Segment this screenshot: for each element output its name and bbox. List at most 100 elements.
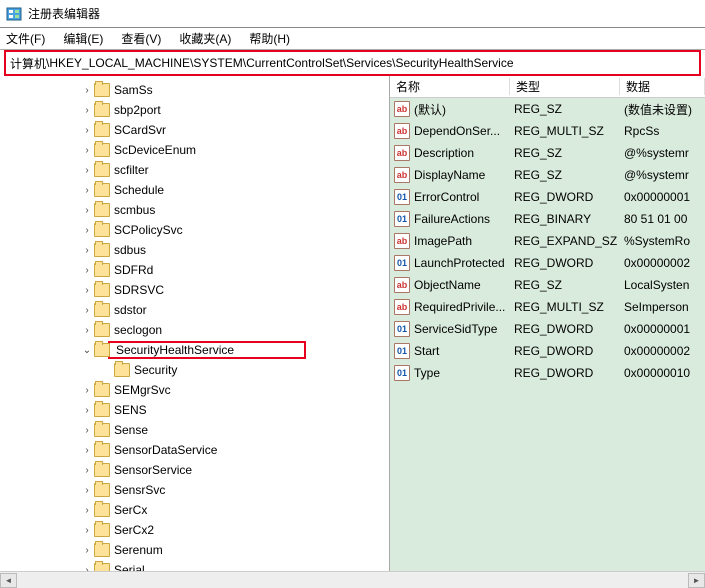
tree-item-Serial[interactable]: ›Serial: [0, 560, 389, 571]
tree-label: Serenum: [114, 543, 163, 557]
value-row[interactable]: 01ErrorControlREG_DWORD0x00000001: [390, 186, 705, 208]
col-header-name[interactable]: 名称: [390, 78, 510, 95]
tree-item-sbp2port[interactable]: ›sbp2port: [0, 100, 389, 120]
chevron-right-icon[interactable]: ›: [80, 465, 94, 476]
menu-edit[interactable]: 编辑(E): [63, 30, 103, 47]
tree-item-SerCx2[interactable]: ›SerCx2: [0, 520, 389, 540]
chevron-right-icon[interactable]: ›: [80, 225, 94, 236]
menu-file[interactable]: 文件(F): [6, 30, 45, 47]
chevron-right-icon[interactable]: ›: [80, 165, 94, 176]
chevron-right-icon[interactable]: ›: [80, 545, 94, 556]
string-value-icon: ab: [394, 123, 410, 139]
tree-item-SENS[interactable]: ›SENS: [0, 400, 389, 420]
value-type: REG_SZ: [514, 168, 624, 182]
tree-item-SCardSvr[interactable]: ›SCardSvr: [0, 120, 389, 140]
chevron-right-icon[interactable]: ›: [80, 385, 94, 396]
tree-item-SDRSVC[interactable]: ›SDRSVC: [0, 280, 389, 300]
chevron-right-icon[interactable]: ›: [80, 265, 94, 276]
chevron-right-icon[interactable]: ›: [80, 565, 94, 572]
chevron-right-icon[interactable]: ›: [80, 145, 94, 156]
value-row[interactable]: 01ServiceSidTypeREG_DWORD0x00000001: [390, 318, 705, 340]
tree-item-scmbus[interactable]: ›scmbus: [0, 200, 389, 220]
tree-item-SDFRd[interactable]: ›SDFRd: [0, 260, 389, 280]
tree-item-SensorDataService[interactable]: ›SensorDataService: [0, 440, 389, 460]
tree-item-Security[interactable]: Security: [0, 360, 389, 380]
tree-label: scfilter: [114, 163, 149, 177]
tree-item-SamSs[interactable]: ›SamSs: [0, 80, 389, 100]
chevron-right-icon[interactable]: ›: [80, 505, 94, 516]
value-name: ImagePath: [414, 234, 514, 248]
addressbar-highlight: 计算机\HKEY_LOCAL_MACHINE\SYSTEM\CurrentCon…: [4, 50, 701, 76]
value-row[interactable]: abRequiredPrivile...REG_MULTI_SZSeImpers…: [390, 296, 705, 318]
value-row[interactable]: abDependOnSer...REG_MULTI_SZRpcSs: [390, 120, 705, 142]
chevron-right-icon[interactable]: ›: [80, 85, 94, 96]
tree-item-Sense[interactable]: › Sense: [0, 420, 389, 440]
chevron-right-icon[interactable]: ›: [80, 285, 94, 296]
folder-icon: [94, 343, 110, 357]
chevron-down-icon[interactable]: ⌄: [80, 345, 94, 356]
scroll-left-icon[interactable]: ◄: [0, 573, 17, 588]
value-row[interactable]: 01LaunchProtectedREG_DWORD0x00000002: [390, 252, 705, 274]
tree-item-SEMgrSvc[interactable]: › SEMgrSvc: [0, 380, 389, 400]
tree-item-SerCx[interactable]: ›SerCx: [0, 500, 389, 520]
chevron-right-icon[interactable]: ›: [80, 445, 94, 456]
chevron-right-icon[interactable]: ›: [80, 305, 94, 316]
tree-label: SEMgrSvc: [114, 383, 171, 397]
tree-item-SCPolicySvc[interactable]: › SCPolicySvc: [0, 220, 389, 240]
tree-label: SCPolicySvc: [114, 223, 183, 237]
chevron-right-icon[interactable]: ›: [80, 405, 94, 416]
tree-item-Schedule[interactable]: ›Schedule: [0, 180, 389, 200]
chevron-right-icon[interactable]: ›: [80, 425, 94, 436]
chevron-right-icon[interactable]: ›: [80, 525, 94, 536]
tree-item-SensrSvc[interactable]: ›SensrSvc: [0, 480, 389, 500]
value-row[interactable]: ab(默认)REG_SZ(数值未设置): [390, 98, 705, 120]
scroll-track[interactable]: [17, 573, 688, 588]
binary-value-icon: 01: [394, 255, 410, 271]
tree-item-ScDeviceEnum[interactable]: ›ScDeviceEnum: [0, 140, 389, 160]
binary-value-icon: 01: [394, 211, 410, 227]
tree-item-scfilter[interactable]: › scfilter: [0, 160, 389, 180]
value-row[interactable]: abImagePathREG_EXPAND_SZ%SystemRo: [390, 230, 705, 252]
titlebar: 注册表编辑器: [0, 0, 705, 28]
tree-item-sdstor[interactable]: › sdstor: [0, 300, 389, 320]
chevron-right-icon[interactable]: ›: [80, 325, 94, 336]
menu-view[interactable]: 查看(V): [121, 30, 161, 47]
chevron-right-icon[interactable]: ›: [80, 105, 94, 116]
col-header-data[interactable]: 数据: [620, 78, 705, 95]
value-row[interactable]: abDescriptionREG_SZ@%systemr: [390, 142, 705, 164]
chevron-right-icon[interactable]: ›: [80, 125, 94, 136]
tree-item-SensorService[interactable]: ›SensorService: [0, 460, 389, 480]
folder-icon: [94, 423, 110, 437]
tree-item-sdbus[interactable]: ›sdbus: [0, 240, 389, 260]
chevron-right-icon[interactable]: ›: [80, 185, 94, 196]
value-row[interactable]: abObjectNameREG_SZLocalSysten: [390, 274, 705, 296]
value-type: REG_DWORD: [514, 344, 624, 358]
value-row[interactable]: 01FailureActionsREG_BINARY80 51 01 00: [390, 208, 705, 230]
values-pane[interactable]: 名称 类型 数据 ab(默认)REG_SZ(数值未设置)abDependOnSe…: [390, 76, 705, 571]
chevron-right-icon[interactable]: ›: [80, 205, 94, 216]
menu-help[interactable]: 帮助(H): [249, 30, 290, 47]
value-row[interactable]: 01StartREG_DWORD0x00000002: [390, 340, 705, 362]
scroll-right-icon[interactable]: ►: [688, 573, 705, 588]
tree-pane[interactable]: ›SamSs›sbp2port›SCardSvr›ScDeviceEnum›sc…: [0, 76, 390, 571]
menu-favorites[interactable]: 收藏夹(A): [179, 30, 231, 47]
tree-item-seclogon[interactable]: ›seclogon: [0, 320, 389, 340]
tree-item-Serenum[interactable]: › Serenum: [0, 540, 389, 560]
value-row[interactable]: 01TypeREG_DWORD0x00000010: [390, 362, 705, 384]
chevron-right-icon[interactable]: ›: [80, 245, 94, 256]
values-body: ab(默认)REG_SZ(数值未设置)abDependOnSer...REG_M…: [390, 98, 705, 571]
value-type: REG_MULTI_SZ: [514, 300, 624, 314]
regedit-icon: [6, 6, 22, 22]
value-name: (默认): [414, 101, 514, 118]
tree-label: sdstor: [114, 303, 147, 317]
tree-item-SecurityHealthService[interactable]: ⌄SecurityHealthService: [0, 340, 389, 360]
value-row[interactable]: abDisplayNameREG_SZ@%systemr: [390, 164, 705, 186]
tree-label: Sense: [114, 423, 148, 437]
horizontal-scrollbar[interactable]: ◄ ►: [0, 571, 705, 588]
folder-icon: [94, 483, 110, 497]
col-header-type[interactable]: 类型: [510, 78, 620, 95]
chevron-right-icon[interactable]: ›: [80, 485, 94, 496]
folder-icon: [94, 183, 110, 197]
addressbar[interactable]: 计算机\HKEY_LOCAL_MACHINE\SYSTEM\CurrentCon…: [10, 55, 695, 72]
value-data: (数值未设置): [624, 101, 705, 118]
